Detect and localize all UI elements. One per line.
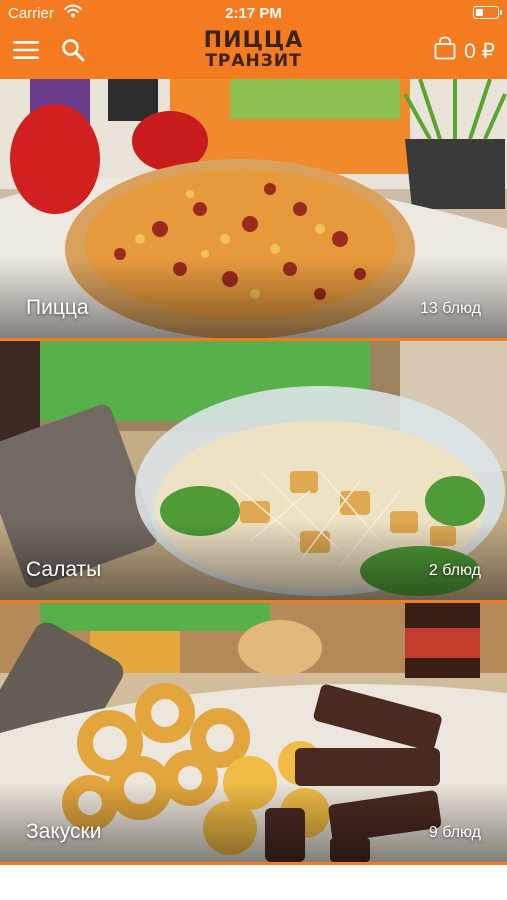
- category-divider: [0, 862, 507, 865]
- cart-icon: [434, 36, 456, 66]
- clock: 2:17 PM: [225, 5, 282, 22]
- category-name: Закуски: [26, 820, 102, 843]
- category-card-salads[interactable]: Салаты 2 блюд: [0, 341, 507, 600]
- cart-total: 0 ₽: [464, 39, 495, 63]
- category-name: Салаты: [26, 558, 102, 581]
- category-count: 2 блюд: [428, 562, 481, 579]
- category-name: Пицца: [26, 296, 89, 319]
- top-bar: Carrier 2:17 PM ПИЦЦА ТРАНЗИТ 0 ₽: [0, 0, 507, 79]
- brand-logo[interactable]: ПИЦЦА ТРАНЗИТ: [0, 28, 507, 72]
- category-card-pizza[interactable]: Пицца 13 блюд: [0, 79, 507, 338]
- logo-line-2: ТРАНЗИТ: [205, 51, 302, 71]
- category-count: 13 блюд: [419, 300, 481, 317]
- category-card-snacks[interactable]: Закуски 9 блюд: [0, 603, 507, 862]
- logo-line-1: ПИЦЦА: [203, 28, 304, 53]
- battery-icon: [473, 6, 502, 19]
- status-bar: Carrier 2:17 PM: [0, 0, 507, 28]
- category-count: 9 блюд: [428, 824, 481, 841]
- nav-bar: ПИЦЦА ТРАНЗИТ 0 ₽: [0, 28, 507, 79]
- cart-button[interactable]: 0 ₽: [434, 36, 495, 66]
